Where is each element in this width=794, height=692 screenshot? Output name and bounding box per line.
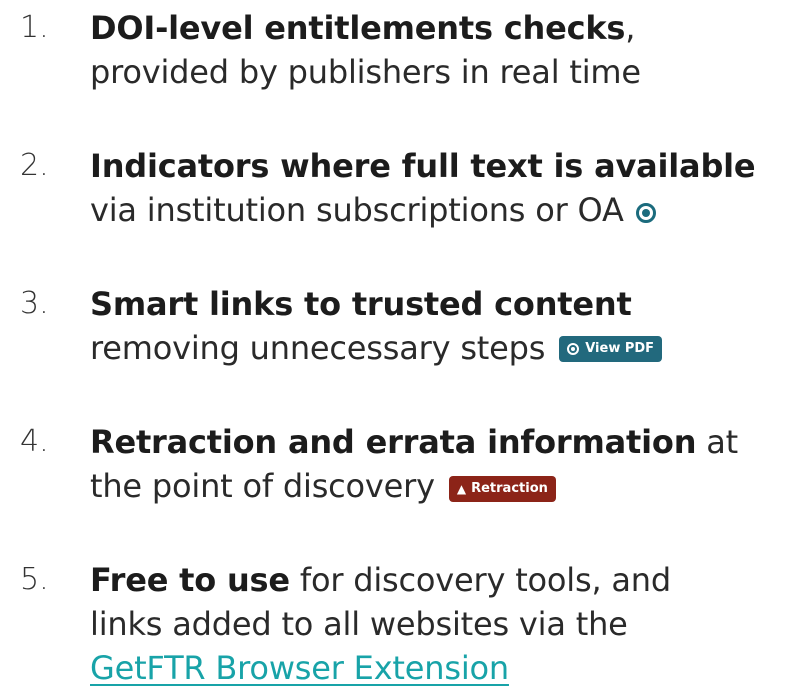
warning-icon: ▲ xyxy=(456,482,467,496)
item-description: via institution subscriptions or OA xyxy=(90,191,624,229)
item-text-suffix: for discovery tools, and xyxy=(289,561,672,599)
item-number: 4. xyxy=(20,424,49,459)
item-number: 1. xyxy=(20,10,49,45)
item-description: removing unnecessary steps xyxy=(90,329,546,367)
item-text-suffix: , xyxy=(625,9,636,47)
retraction-badge[interactable]: ▲ Retraction xyxy=(448,476,556,502)
view-pdf-button[interactable]: View PDF xyxy=(559,336,663,362)
item-description: provided by publishers in real time xyxy=(90,53,641,91)
item-bold-text: Indicators where full text is available xyxy=(90,147,756,185)
item-number: 5. xyxy=(20,562,49,597)
target-icon xyxy=(567,343,580,355)
item-number: 2. xyxy=(20,148,49,183)
item-description-line: the point of discovery ▲ Retraction xyxy=(90,466,556,506)
view-pdf-label: View PDF xyxy=(585,341,655,356)
item-heading-line: Indicators where full text is available xyxy=(90,146,756,186)
item-bold-text: Retraction and errata information xyxy=(90,423,697,461)
item-text-suffix: at xyxy=(696,423,739,461)
item-description-line: removing unnecessary steps View PDF xyxy=(90,328,663,368)
item-number: 3. xyxy=(20,286,49,321)
item-heading-line: Free to use for discovery tools, and xyxy=(90,560,671,600)
item-description-line: via institution subscriptions or OA xyxy=(90,190,656,230)
item-bold-text: Free to use xyxy=(90,561,290,599)
getftr-browser-extension-link[interactable]: GetFTR Browser Extension xyxy=(90,649,509,687)
item-heading-line: Smart links to trusted content xyxy=(90,284,632,324)
item-heading-line: DOI-level entitlements checks, xyxy=(90,8,635,48)
item-bold-text: DOI-level entitlements checks xyxy=(90,9,626,47)
item-description: the point of discovery xyxy=(90,467,435,505)
item-heading-line: Retraction and errata information at xyxy=(90,422,738,462)
target-icon xyxy=(635,203,656,223)
item-description: links added to all websites via the xyxy=(90,605,628,643)
retraction-label: Retraction xyxy=(471,481,548,496)
item-bold-text: Smart links to trusted content xyxy=(90,285,632,323)
item-link-line: GetFTR Browser Extension xyxy=(90,648,509,688)
